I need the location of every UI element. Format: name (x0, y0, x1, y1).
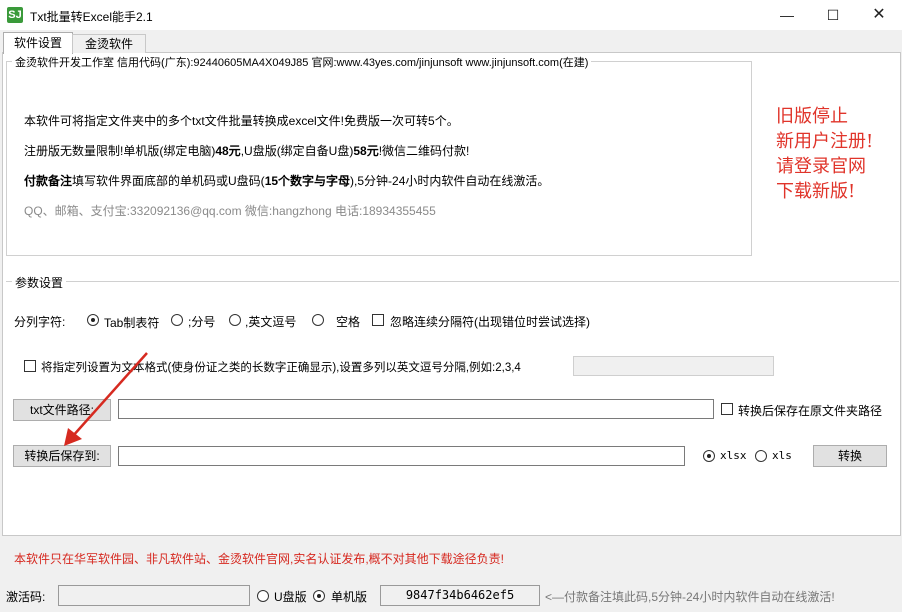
radio-space-label: 空格 (336, 315, 361, 329)
payment-note-text-a: 填写软件界面底部的单机码或U盘码( (72, 174, 265, 188)
radio-tab-label: Tab制表符 (104, 316, 160, 330)
radio-comma[interactable] (229, 314, 241, 326)
radio-xlsx-label: xlsx (720, 449, 747, 462)
radio-standalone-version-label: 单机版 (331, 590, 368, 604)
minimize-button[interactable]: — (764, 0, 810, 30)
price-usb: 58元 (353, 144, 379, 158)
save-to-input[interactable] (118, 446, 685, 466)
radio-space[interactable] (312, 314, 324, 326)
radio-xlsx[interactable] (703, 450, 715, 462)
convert-button[interactable]: 转换 (813, 445, 887, 467)
notice-line: 旧版停止 (776, 106, 848, 127)
radio-xls[interactable] (755, 450, 767, 462)
keep-original-folder-label: 转换后保存在原文件夹路径 (738, 404, 883, 418)
keep-original-folder-checkbox[interactable] (721, 403, 733, 415)
radio-standalone-version[interactable] (313, 590, 325, 602)
payment-note-text-b: ),5分钟-24小时内软件自动在线激活。 (350, 174, 550, 188)
radio-comma-label: ,英文逗号 (245, 315, 297, 329)
price-standalone: 48元 (215, 144, 241, 158)
activation-code-input[interactable] (58, 585, 250, 606)
text-format-checkbox[interactable] (24, 360, 36, 372)
radio-usb-version[interactable] (257, 590, 269, 602)
app-logo-icon: SJ (7, 7, 23, 23)
info-pricing: 注册版无数量限制!单机版(绑定电脑)48元,U盘版(绑定自备U盘)58元!微信二… (24, 142, 469, 159)
txt-path-input[interactable] (118, 399, 714, 419)
radio-xls-label: xls (772, 449, 792, 462)
window-title: Txt批量转Excel能手2.1 (30, 10, 153, 24)
machine-code-display: 9847f34b6462ef5 (380, 585, 540, 606)
info-contact: QQ、邮箱、支付宝:332092136@qq.com 微信:hangzhong … (24, 204, 436, 218)
close-button[interactable]: ✕ (856, 0, 902, 30)
separator-label: 分列字符: (14, 315, 66, 329)
tab-settings[interactable]: 软件设置 (3, 32, 73, 54)
notice-line: 下载新版! (776, 181, 856, 202)
red-notice: 旧版停止 新用户注册! 请登录官网 下载新版! (776, 104, 896, 204)
text-format-columns-input[interactable] (573, 356, 774, 376)
payment-note-bold: 付款备注 (24, 174, 73, 188)
radio-semicolon[interactable] (171, 314, 183, 326)
red-arrow-annotation (64, 352, 148, 446)
radio-usb-version-label: U盘版 (274, 590, 307, 604)
payment-note-bold2: 15个数字与字母 (264, 174, 351, 188)
info-group-legend: 金烫软件开发工作室 信用代码(广东):92440605MA4X049J85 官网… (12, 54, 592, 70)
info-payment-note: 付款备注填写软件界面底部的单机码或U盘码(15个数字与字母),5分钟-24小时内… (24, 172, 549, 189)
pricing-text-b: ,U盘版(绑定自备U盘) (240, 144, 354, 158)
params-group-legend: 参数设置 (12, 274, 67, 291)
tab-jinjun-software[interactable]: 金烫软件 (72, 34, 146, 53)
notice-line: 请登录官网 (776, 156, 866, 177)
footer-warning: 本软件只在华军软件园、非凡软件站、金烫软件官网,实名认证发布,概不对其他下载途径… (14, 552, 505, 566)
notice-line: 新用户注册! (776, 131, 874, 152)
radio-tab[interactable] (87, 314, 99, 326)
ignore-consecutive-checkbox[interactable] (372, 314, 384, 326)
status-hint: <—付款备注填此码,5分钟-24小时内软件自动在线激活! (545, 590, 835, 604)
info-description: 本软件可将指定文件夹中的多个txt文件批量转换成excel文件!免费版一次可转5… (24, 114, 459, 128)
pricing-text-c: !微信二维码付款! (378, 144, 470, 158)
radio-semicolon-label: ;分号 (188, 315, 216, 329)
activation-label: 激活码: (6, 590, 46, 604)
pricing-text-a: 注册版无数量限制!单机版(绑定电脑) (24, 144, 216, 158)
ignore-consecutive-label: 忽略连续分隔符(出现错位时尝试选择) (390, 315, 590, 329)
maximize-button[interactable]: ☐ (810, 0, 856, 30)
